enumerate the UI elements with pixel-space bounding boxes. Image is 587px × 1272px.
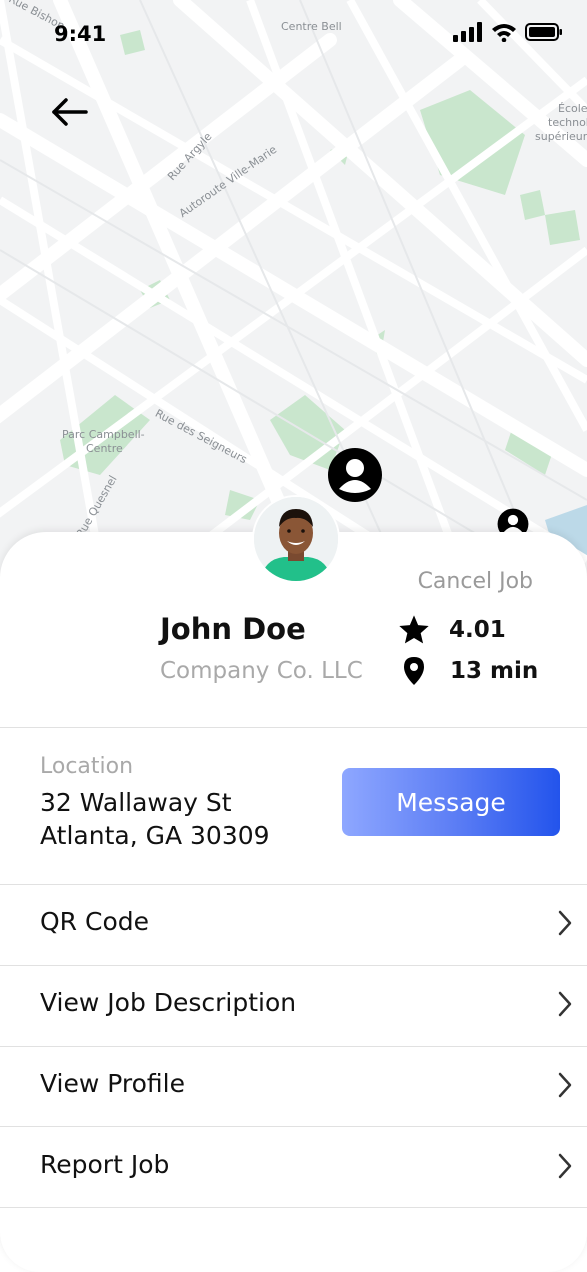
message-button[interactable]: Message xyxy=(342,768,560,836)
battery-icon xyxy=(525,23,562,41)
chevron-right-icon xyxy=(558,991,572,1017)
chevron-right-icon xyxy=(558,910,572,936)
status-icons xyxy=(453,22,563,42)
address-line-1: 32 Wallaway St xyxy=(40,788,232,817)
menu-row-qr-code[interactable]: QR Code xyxy=(0,885,587,965)
cellular-signal-icon xyxy=(453,22,482,42)
company-name: Company Co. LLC xyxy=(160,658,363,684)
status-time: 9:41 xyxy=(54,22,107,46)
map-label: supérieur xyxy=(535,130,587,143)
rating-stat: 4.01 xyxy=(397,614,506,646)
address-line-2: Atlanta, GA 30309 xyxy=(40,821,270,850)
divider xyxy=(0,727,587,728)
location-pin-icon xyxy=(404,657,424,685)
menu-row-label: View Job Description xyxy=(40,988,297,1017)
back-button[interactable] xyxy=(48,92,92,132)
rating-value: 4.01 xyxy=(449,617,506,643)
star-icon xyxy=(399,615,429,644)
map-label: technol xyxy=(548,116,587,129)
map-label: Centre xyxy=(86,442,123,455)
divider xyxy=(0,1126,587,1127)
menu-row-label: View Profile xyxy=(40,1069,186,1098)
avatar xyxy=(252,495,340,583)
chevron-right-icon xyxy=(558,1072,572,1098)
menu-row-view-job-description[interactable]: View Job Description xyxy=(0,966,587,1046)
menu-row-report-job[interactable]: Report Job xyxy=(0,1128,587,1208)
map-label: Centre Bell xyxy=(281,20,342,33)
chevron-right-icon xyxy=(558,1153,572,1179)
eta-value: 13 min xyxy=(450,658,539,684)
eta-stat: 13 min xyxy=(402,656,538,686)
location-label: Location xyxy=(40,754,134,779)
cancel-job-link[interactable]: Cancel Job xyxy=(418,569,533,594)
worker-name: John Doe xyxy=(160,612,306,646)
arrow-left-icon xyxy=(52,98,88,126)
menu-row-label: QR Code xyxy=(40,907,149,936)
map-label: École xyxy=(558,102,587,115)
wifi-icon xyxy=(492,24,516,42)
map-label: Parc Campbell- xyxy=(62,428,145,441)
person-photo-icon xyxy=(254,497,338,581)
menu-row-view-profile[interactable]: View Profile xyxy=(0,1047,587,1127)
menu-row-label: Report Job xyxy=(40,1150,170,1179)
divider xyxy=(0,1207,587,1208)
